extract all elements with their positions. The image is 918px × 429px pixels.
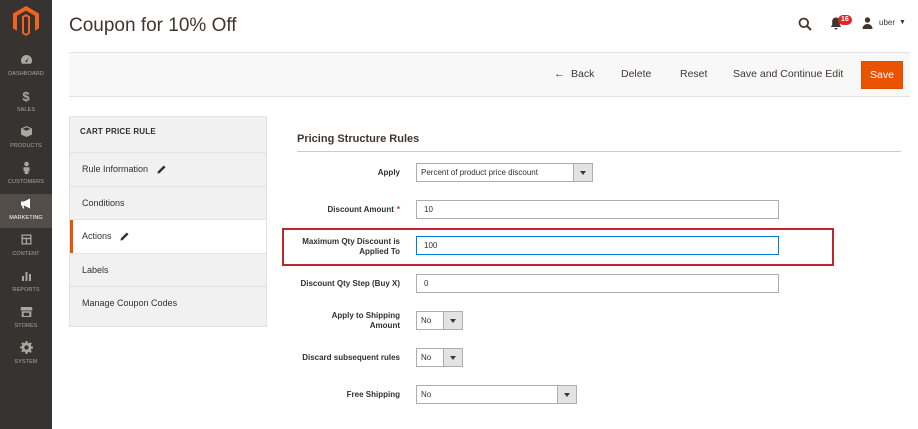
sidebar-item-sales[interactable]: $ Sales	[0, 86, 52, 120]
sidebar-item-products[interactable]: Products	[0, 122, 52, 156]
tab-label: Rule Information	[82, 164, 149, 174]
tab-rule-information[interactable]: Rule Information	[70, 153, 266, 186]
discount-step-label: Discount Qty Step (Buy X)	[300, 279, 400, 288]
tab-manage-coupon-codes[interactable]: Manage Coupon Codes	[70, 287, 266, 320]
tab-conditions[interactable]: Conditions	[70, 187, 266, 220]
rule-tabs-panel: CART PRICE RULE Rule Information Conditi…	[69, 116, 267, 327]
back-button[interactable]: ← Back	[554, 68, 594, 80]
sidebar-item-content[interactable]: Content	[0, 230, 52, 264]
chevron-down-icon	[443, 312, 462, 329]
sidebar-item-label: Marketing	[9, 215, 43, 221]
section-title: Pricing Structure Rules	[297, 133, 420, 145]
tabs-title: CART PRICE RULE	[80, 127, 156, 136]
tab-label: Labels	[82, 265, 109, 275]
tab-label: Conditions	[82, 198, 125, 208]
sidebar-item-label: Reports	[12, 287, 40, 293]
apply-shipping-label-line1: Apply to Shipping	[331, 311, 400, 320]
dollar-icon: $	[22, 89, 30, 104]
discount-amount-input[interactable]: 10	[416, 200, 779, 219]
sidebar-item-marketing[interactable]: Marketing	[0, 194, 52, 228]
apply-shipping-value: No	[421, 316, 432, 325]
arrow-left-icon: ←	[554, 68, 565, 80]
page-actions-bar: ← Back Delete Reset Save and Continue Edi…	[69, 52, 910, 97]
bar-chart-icon	[0, 269, 52, 285]
apply-label: Apply	[377, 168, 400, 177]
tab-label: Manage Coupon Codes	[82, 298, 178, 308]
sidebar-item-system[interactable]: System	[0, 338, 52, 372]
free-shipping-select[interactable]: No	[416, 385, 577, 404]
sidebar-item-label: Sales	[16, 107, 36, 113]
store-icon	[0, 305, 52, 321]
cube-icon	[0, 125, 52, 141]
save-and-continue-button[interactable]: Save and Continue Edit	[733, 68, 843, 80]
sidebar-item-label: Dashboard	[8, 71, 44, 77]
discount-amount-label-text: Discount Amount	[327, 205, 394, 214]
save-button[interactable]: Save	[861, 61, 903, 89]
app-root: Dashboard $ Sales Products Customers Mar…	[0, 0, 918, 429]
speedometer-icon	[0, 53, 52, 69]
gear-icon	[0, 341, 52, 357]
chevron-down-icon[interactable]: ▼	[899, 19, 906, 26]
required-asterisk: *	[396, 205, 400, 214]
layout-icon	[0, 233, 52, 249]
notification-count-badge: 16	[838, 15, 852, 25]
search-icon[interactable]	[798, 17, 812, 31]
user-icon[interactable]	[862, 17, 873, 29]
chevron-down-icon	[573, 164, 592, 181]
sidebar-item-stores[interactable]: Stores	[0, 302, 52, 336]
tab-labels[interactable]: Labels	[70, 254, 266, 287]
person-icon	[0, 161, 52, 177]
sidebar-item-dashboard[interactable]: Dashboard	[0, 50, 52, 84]
back-label: Back	[571, 68, 595, 80]
reset-button[interactable]: Reset	[680, 68, 707, 80]
sidebar-item-reports[interactable]: Reports	[0, 266, 52, 300]
sidebar-item-label: Customers	[8, 179, 44, 185]
apply-shipping-select[interactable]: No	[416, 311, 463, 330]
apply-select[interactable]: Percent of product price discount	[416, 163, 593, 182]
free-shipping-value: No	[421, 390, 432, 399]
tab-actions[interactable]: Actions	[70, 220, 266, 253]
divider	[297, 151, 901, 152]
pencil-icon	[157, 165, 166, 174]
user-name[interactable]: uber	[879, 18, 895, 27]
admin-sidebar: Dashboard $ Sales Products Customers Mar…	[0, 0, 52, 429]
free-shipping-label: Free Shipping	[346, 390, 400, 399]
sidebar-item-label: System	[14, 359, 38, 365]
chevron-down-icon	[557, 386, 576, 403]
sidebar-item-label: Products	[10, 143, 42, 149]
magento-logo-icon[interactable]	[12, 6, 40, 36]
sidebar-item-label: Content	[12, 251, 40, 257]
tab-label: Actions	[82, 231, 112, 241]
page-title: Coupon for 10% Off	[69, 15, 237, 36]
megaphone-icon	[0, 197, 52, 213]
sidebar-item-customers[interactable]: Customers	[0, 158, 52, 192]
pencil-icon	[120, 232, 129, 241]
apply-value: Percent of product price discount	[421, 168, 538, 177]
highlight-annotation-box	[282, 228, 834, 266]
apply-shipping-label-line2: Amount	[369, 321, 400, 330]
discard-rules-select[interactable]: No	[416, 348, 463, 367]
discard-rules-label: Discard subsequent rules	[302, 353, 400, 362]
delete-button[interactable]: Delete	[621, 68, 651, 80]
chevron-down-icon	[443, 349, 462, 366]
discount-amount-label: Discount Amount *	[280, 205, 401, 215]
discard-rules-value: No	[421, 353, 432, 362]
discount-step-input[interactable]: 0	[416, 274, 779, 293]
sidebar-item-label: Stores	[14, 323, 38, 329]
apply-shipping-label: Apply to Shipping Amount	[280, 311, 400, 331]
